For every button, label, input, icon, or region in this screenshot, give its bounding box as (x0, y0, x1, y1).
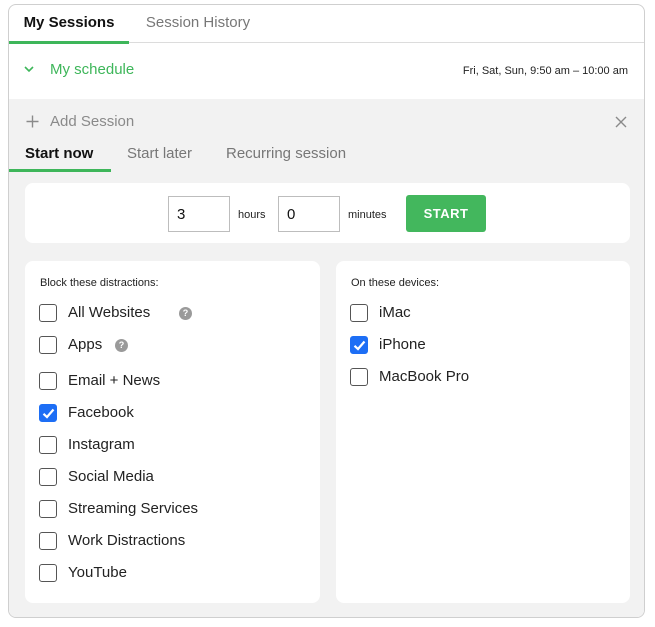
checkbox-label: Social Media (68, 468, 154, 485)
checkbox[interactable] (39, 372, 57, 390)
checkbox[interactable] (39, 436, 57, 454)
checkmark-icon (353, 340, 366, 351)
checkbox[interactable] (39, 468, 57, 486)
schedule-title[interactable]: My schedule (50, 61, 134, 78)
tab-my-sessions[interactable]: My Sessions (9, 5, 129, 44)
app-window: My Sessions Session History My schedule … (8, 4, 645, 618)
schedule-time: Fri, Sat, Sun, 9:50 am – 10:00 am (462, 65, 628, 77)
checkbox-label: Instagram (68, 436, 135, 453)
devices-heading: On these devices: (351, 277, 440, 289)
tab-recurring-session[interactable]: Recurring session (226, 143, 346, 173)
checkbox-label: Facebook (68, 404, 134, 421)
checkbox[interactable] (39, 564, 57, 582)
tab-start-later[interactable]: Start later (127, 143, 192, 173)
chevron-down-icon[interactable] (23, 63, 35, 75)
tab-session-history[interactable]: Session History (136, 5, 260, 43)
checkmark-icon (42, 408, 55, 419)
checkbox-checked[interactable] (39, 404, 57, 422)
help-icon[interactable]: ? (115, 339, 128, 352)
checkbox-label: Work Distractions (68, 532, 186, 549)
add-session-header: Add Session (9, 99, 644, 147)
checkbox-label: Streaming Services (68, 500, 199, 517)
tab-start-now[interactable]: Start now (9, 143, 111, 173)
duration-card: hours minutes START (25, 183, 630, 243)
checkbox-label: YouTube (68, 564, 127, 581)
checkbox[interactable] (39, 532, 57, 550)
checkbox[interactable] (39, 304, 57, 322)
add-session-panel: Add Session Start now Start later Recurr… (9, 99, 644, 617)
hours-input[interactable] (168, 196, 230, 232)
checkbox-label: Apps (68, 336, 103, 353)
schedule-row[interactable]: My schedule Fri, Sat, Sun, 9:50 am – 10:… (9, 43, 644, 99)
checkbox[interactable] (39, 500, 57, 518)
hours-unit-label: hours (238, 209, 266, 221)
help-icon[interactable]: ? (179, 307, 192, 320)
minutes-input[interactable] (278, 196, 340, 232)
checkbox-label: iPhone (379, 336, 426, 353)
start-button[interactable]: START (406, 195, 486, 232)
checkbox-label: MacBook Pro (379, 368, 470, 385)
checkbox[interactable] (350, 368, 368, 386)
session-mode-tabs: Start now Start later Recurring session (9, 143, 644, 173)
minutes-unit-label: minutes (348, 209, 387, 221)
plus-icon (26, 115, 39, 128)
checkbox-checked[interactable] (350, 336, 368, 354)
checkbox-label: All Websites (68, 304, 151, 321)
distractions-heading: Block these distractions: (40, 277, 159, 289)
checkbox[interactable] (350, 304, 368, 322)
devices-card: On these devices: iMac iPhone MacBook Pro (336, 261, 630, 603)
distractions-card: Block these distractions: All Websites? A… (25, 261, 320, 603)
close-icon[interactable] (615, 116, 627, 128)
checkbox-label: Email + News (68, 372, 161, 389)
top-tab-bar: My Sessions Session History (9, 5, 644, 44)
add-session-label: Add Session (50, 113, 135, 130)
checkbox-label: iMac (379, 304, 411, 321)
checkbox[interactable] (39, 336, 57, 354)
